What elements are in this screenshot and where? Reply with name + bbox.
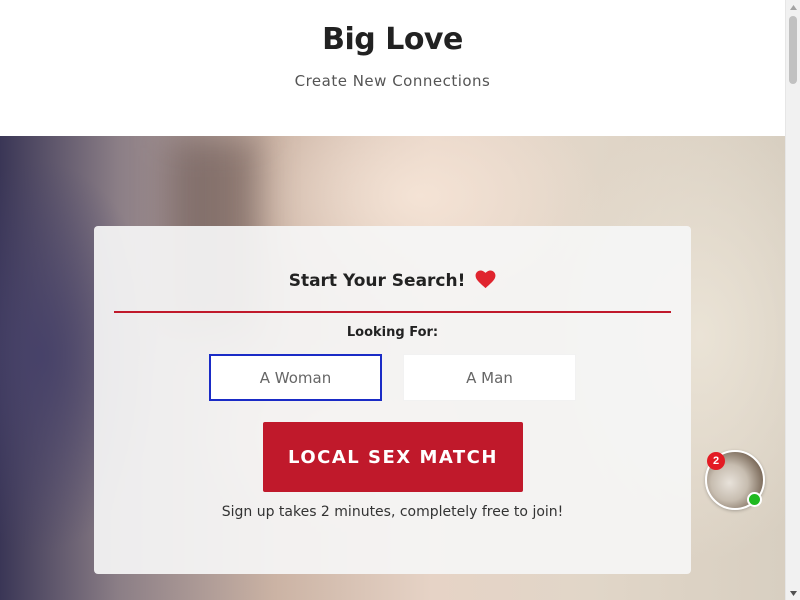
heading-divider xyxy=(114,311,671,313)
option-a-man[interactable]: A Man xyxy=(403,354,576,401)
site-tagline: Create New Connections xyxy=(294,72,491,90)
scroll-down-arrow-icon[interactable] xyxy=(786,586,800,600)
scrollbar-thumb[interactable] xyxy=(789,16,797,84)
search-card: Start Your Search! Looking For: A Woman … xyxy=(94,226,691,574)
unread-count-badge: 2 xyxy=(707,452,725,470)
online-status-dot xyxy=(747,492,762,507)
local-sex-match-button[interactable]: LOCAL SEX MATCH xyxy=(263,422,523,492)
option-a-man-label: A Man xyxy=(466,368,513,387)
page-scrollbar[interactable] xyxy=(785,0,800,600)
signup-note: Sign up takes 2 minutes, completely free… xyxy=(221,504,564,520)
option-a-woman[interactable]: A Woman xyxy=(209,354,382,401)
search-heading-text: Start Your Search! xyxy=(288,271,466,291)
option-a-woman-label: A Woman xyxy=(259,368,332,387)
scroll-up-arrow-icon[interactable] xyxy=(786,0,800,14)
heart-icon xyxy=(475,270,496,294)
site-header: Big Love Create New Connections xyxy=(0,0,785,136)
looking-for-label: Looking For: xyxy=(346,325,439,340)
search-heading: Start Your Search! xyxy=(94,270,691,294)
site-title: Big Love xyxy=(322,22,463,57)
